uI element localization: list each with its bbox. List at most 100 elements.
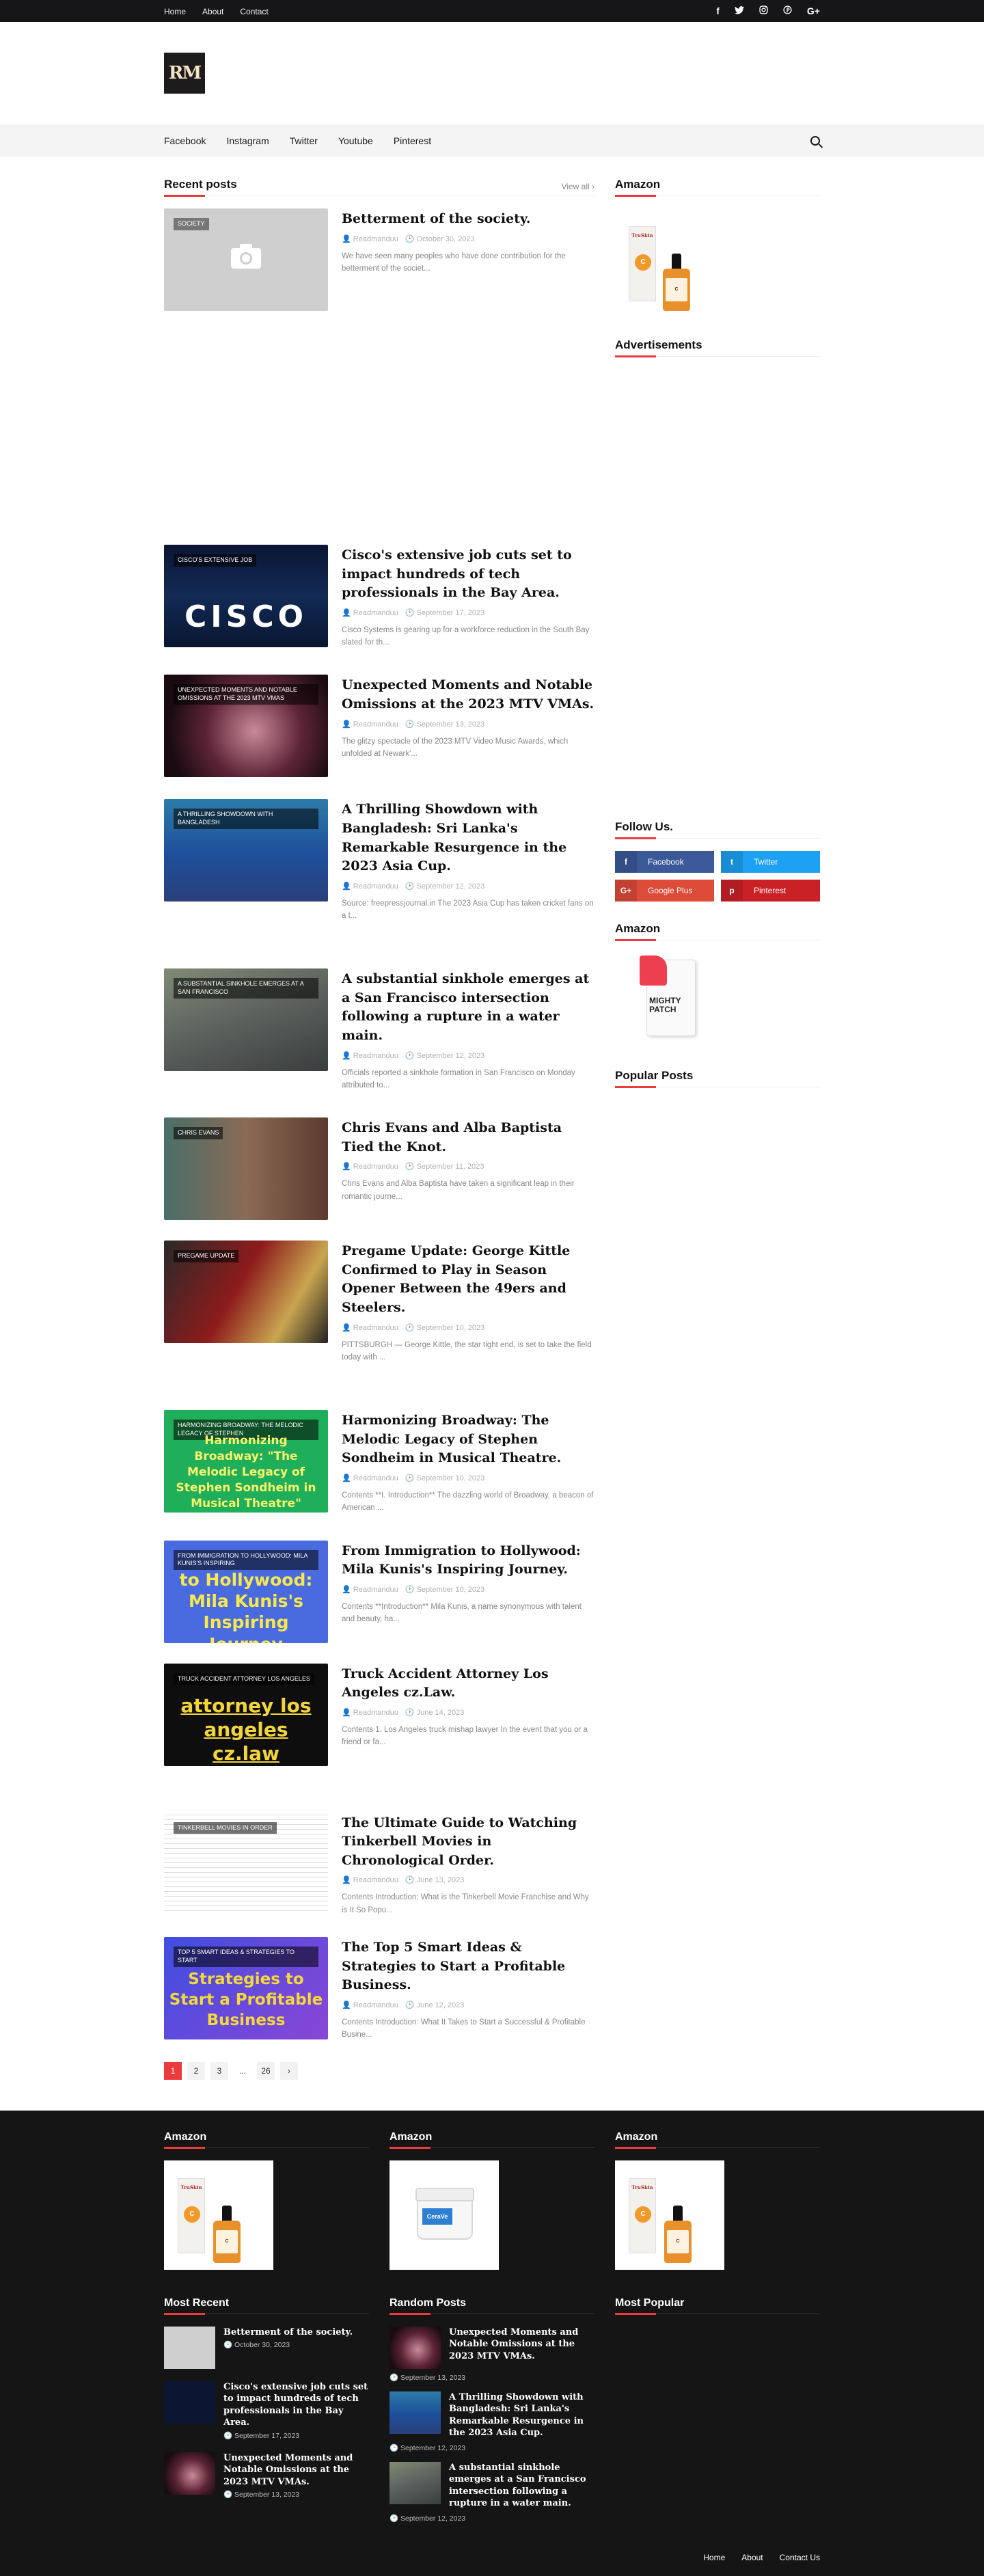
post-category-tag[interactable]: UNEXPECTED MOMENTS AND NOTABLE OMISSIONS… [174,684,318,705]
list-item[interactable]: Unexpected Moments and Notable Omissions… [390,2326,594,2369]
post-title[interactable]: Chris Evans and Alba Baptista Tied the K… [342,1119,594,1156]
page-26-button[interactable]: 26 [257,2061,275,2080]
post-title[interactable]: Cisco's extensive job cuts set to impact… [342,546,594,603]
mini-thumbnail [390,2326,441,2369]
nav-twitter[interactable]: Twitter [290,135,318,146]
post-category-tag[interactable]: CHRIS EVANS [174,1127,223,1140]
pinterest-icon[interactable] [783,5,792,16]
list-item[interactable]: A substantial sinkhole emerges at a San … [390,2461,594,2510]
mini-thumbnail [164,2381,215,2424]
post-category-tag[interactable]: CISCO'S EXTENSIVE JOB [174,554,257,567]
footer-home-link[interactable]: Home [703,2553,725,2562]
amazon-product-image[interactable]: TruSkin C C [164,2160,273,2270]
post-meta: 👤 Readmanduu 🕑 September 10, 2023 [342,1585,594,1594]
post-thumbnail[interactable]: TINKERBELL MOVIES IN ORDER [164,1812,328,1915]
post-category-tag[interactable]: TINKERBELL MOVIES IN ORDER [174,1821,277,1834]
post-excerpt: Source: freepressjournal.in The 2023 Asi… [342,899,594,920]
list-item[interactable]: A Thrilling Showdown with Bangladesh: Sr… [390,2391,594,2439]
page-1-button[interactable]: 1 [164,2061,182,2080]
post-category-tag[interactable]: TRUCK ACCIDENT ATTORNEY LOS ANGELES [174,1672,314,1685]
site-logo[interactable]: RM [164,53,205,94]
google-plus-icon[interactable]: G+ [807,5,820,16]
post-category-tag[interactable]: A THRILLING SHOWDOWN WITH BANGLADESH [174,809,318,829]
page-3-button[interactable]: 3 [210,2061,228,2080]
nav-facebook[interactable]: Facebook [164,135,206,146]
follow-twitter-button[interactable]: t Twitter [721,851,820,873]
post-category-tag[interactable]: FROM IMMIGRATION TO HOLLYWOOD: MILA KUNI… [174,1549,318,1571]
nav-youtube[interactable]: Youtube [338,135,373,146]
post-category-tag[interactable]: SOCIETY [174,218,209,230]
footer-random-posts: Random Posts Unexpected Moments and Nota… [390,2297,594,2532]
post-item: CISCO'S EXTENSIVE JOB CISCO Cisco's exte… [164,545,594,649]
post-title[interactable]: Betterment of the society. [342,210,594,229]
top-nav-about[interactable]: About [202,7,223,16]
footer-amazon-header: Amazon [164,2131,369,2149]
footer-about-link[interactable]: About [741,2553,763,2562]
view-all-link[interactable]: View all › [562,182,594,191]
search-icon[interactable] [810,136,820,146]
top-nav-contact[interactable]: Contact [240,7,268,16]
footer-contact-link[interactable]: Contact Us [780,2553,820,2562]
post-title[interactable]: The Ultimate Guide to Watching Tinkerbel… [342,1814,594,1871]
amazon-product-image[interactable]: MIGHTY PATCH [640,953,698,1042]
post-thumbnail[interactable]: A SUBSTANTIAL SINKHOLE EMERGES AT A SAN … [164,968,328,1072]
post-author: 👤 Readmanduu [342,608,398,617]
nav-instagram[interactable]: Instagram [226,135,269,146]
post-category-tag[interactable]: A SUBSTANTIAL SINKHOLE EMERGES AT A SAN … [174,978,318,999]
google-plus-icon: G+ [615,880,637,901]
instagram-icon[interactable] [759,5,768,16]
follow-google-plus-button[interactable]: G+ Google Plus [615,880,714,901]
post-author: 👤 Readmanduu [342,1708,398,1717]
post-author: 👤 Readmanduu [342,1585,398,1594]
post-title[interactable]: From Immigration to Hollywood: Mila Kuni… [342,1542,594,1580]
post-excerpt: Contents **I. Introduction** The dazzlin… [342,1491,594,1513]
post-title[interactable]: Unexpected Moments and Notable Omissions… [342,676,594,714]
top-nav-home[interactable]: Home [164,7,186,16]
post-title[interactable]: Truck Accident Attorney Los Angeles cz.L… [342,1665,594,1703]
post-thumbnail[interactable]: SOCIETY [164,208,328,311]
next-page-button[interactable]: › [280,2061,298,2080]
follow-pinterest-button[interactable]: p Pinterest [721,880,820,901]
post-title[interactable]: Pregame Update: George Kittle Confirmed … [342,1242,594,1317]
list-item[interactable]: Unexpected Moments and Notable Omissions… [164,2452,369,2499]
post-meta: 👤 Readmanduu 🕑 September 13, 2023 [342,720,594,729]
post-thumbnail[interactable]: HARMONIZING BROADWAY: THE MELODIC LEGACY… [164,1410,328,1513]
post-title[interactable]: The Top 5 Smart Ideas & Strategies to St… [342,1938,594,1995]
post-thumbnail[interactable]: TOP 5 SMART IDEAS & STRATEGIES TO START … [164,1937,328,2040]
post-author: 👤 Readmanduu [342,2001,398,2009]
post-thumbnail[interactable]: CISCO'S EXTENSIVE JOB CISCO [164,545,328,647]
post-meta: 👤 Readmanduu 🕑 September 10, 2023 [342,1474,594,1482]
post-excerpt: Contents Introduction: What is the Tinke… [342,1893,589,1914]
post-author: 👤 Readmanduu [342,234,398,243]
post-category-tag[interactable]: TOP 5 SMART IDEAS & STRATEGIES TO START [174,1947,318,1967]
nav-pinterest[interactable]: Pinterest [394,135,431,146]
amazon-product-image[interactable]: TruSkin C C [615,2160,724,2270]
twitter-icon[interactable] [734,5,744,16]
post-meta: 👤 Readmanduu 🕑 October 30, 2023 [342,234,594,243]
mini-thumbnail [390,2391,441,2434]
page-2-button[interactable]: 2 [187,2061,205,2080]
post-thumbnail[interactable]: TRUCK ACCIDENT ATTORNEY LOS ANGELES atto… [164,1663,328,1766]
post-item: TINKERBELL MOVIES IN ORDER The Ultimate … [164,1812,594,1916]
post-thumbnail[interactable]: UNEXPECTED MOMENTS AND NOTABLE OMISSIONS… [164,675,328,778]
follow-facebook-button[interactable]: f Facebook [615,851,714,873]
post-thumbnail[interactable]: A THRILLING SHOWDOWN WITH BANGLADESH [164,799,328,902]
facebook-icon[interactable]: f [716,5,720,16]
post-title[interactable]: A Thrilling Showdown with Bangladesh: Sr… [342,800,594,876]
top-nav: Home About Contact [164,6,269,16]
post-title[interactable]: Harmonizing Broadway: The Melodic Legacy… [342,1411,594,1468]
post-thumbnail[interactable]: FROM IMMIGRATION TO HOLLYWOOD: MILA KUNI… [164,1540,328,1643]
most-recent-title: Most Recent [164,2296,230,2309]
amazon-product-image[interactable]: TruSkin C C [615,208,724,318]
footer-most-popular: Most Popular [615,2297,820,2532]
list-item[interactable]: Betterment of the society. 🕑 October 30, … [164,2326,369,2369]
amazon-product-image[interactable]: CeraVe [390,2160,499,2270]
list-item[interactable]: Cisco's extensive job cuts set to impact… [164,2381,369,2440]
post-thumbnail[interactable]: CHRIS EVANS [164,1117,328,1221]
post-thumbnail[interactable]: PREGAME UPDATE [164,1240,328,1344]
post-category-tag[interactable]: PREGAME UPDATE [174,1250,239,1263]
post-author: 👤 Readmanduu [342,882,398,891]
post-excerpt: PITTSBURGH — George Kittle, the star tig… [342,1340,592,1361]
recent-posts-title: Recent posts [164,178,237,191]
post-title[interactable]: A substantial sinkhole emerges at a San … [342,970,594,1045]
